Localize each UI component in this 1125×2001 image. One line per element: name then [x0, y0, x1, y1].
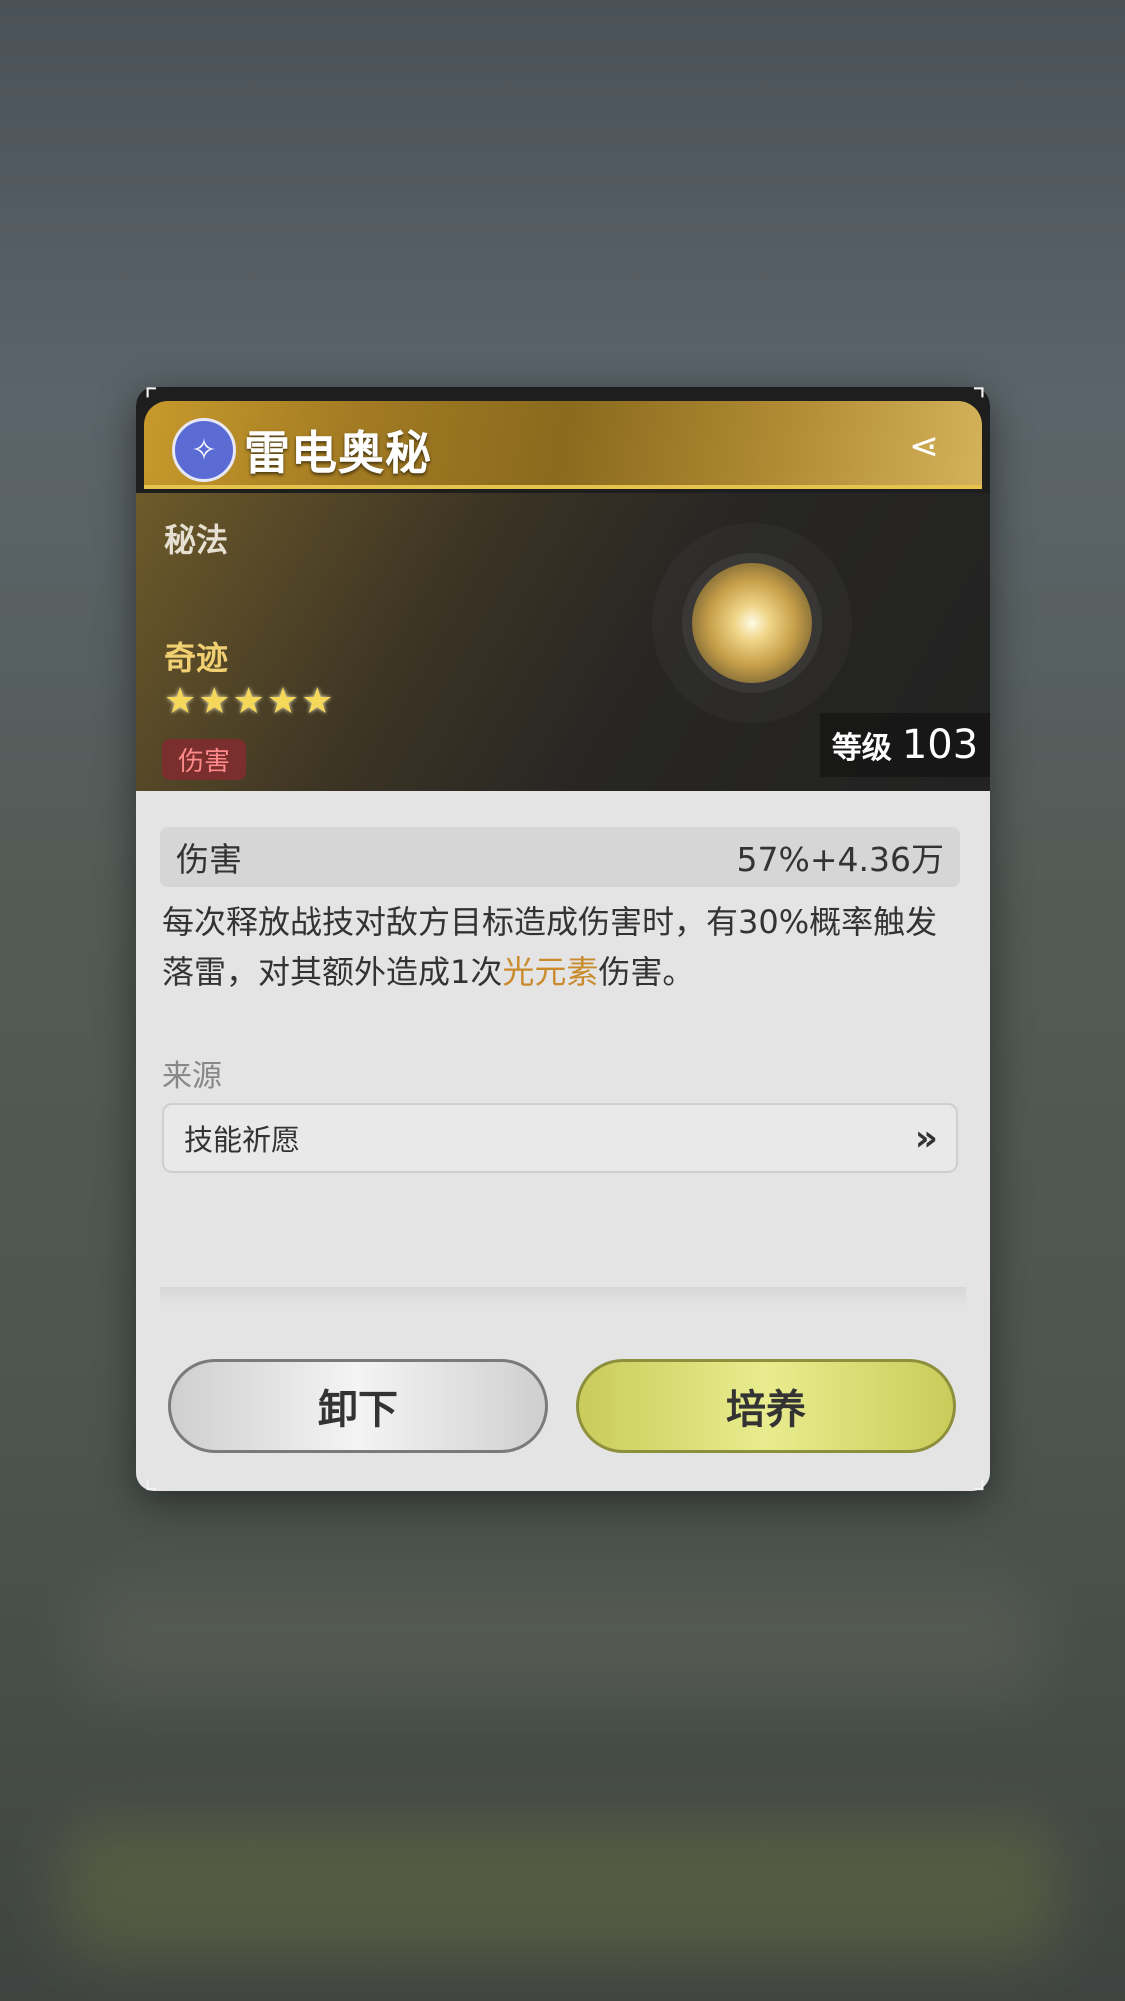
rarity-label: 奇迹	[164, 639, 229, 677]
damage-tag: 伤害	[162, 739, 247, 780]
level-box: 等级 103	[820, 713, 990, 777]
share-icon[interactable]: ⋖	[902, 425, 946, 469]
hero-panel: 秘法 奇迹 ★★★★★ 伤害 等级 103	[136, 493, 990, 791]
description-end: 伤害。	[598, 953, 695, 991]
corner-ornament-icon: ⌟	[971, 1461, 987, 1496]
star-rating: ★★★★★	[164, 681, 336, 722]
level-value: 103	[901, 722, 979, 768]
stat-label: 伤害	[176, 840, 242, 879]
relic-detail-modal: ✧ 雷电奥秘 ⋖ 秘法 奇迹 ★★★★★ 伤害 等级 103 伤害 57%+4.…	[136, 387, 990, 1491]
relic-category: 秘法	[164, 521, 229, 559]
corner-ornament-icon: ⌝	[971, 383, 987, 418]
stat-row: 伤害 57%+4.36万	[160, 827, 960, 887]
corner-ornament-icon: ⌞	[143, 1461, 159, 1496]
stat-value: 57%+4.36万	[736, 840, 944, 879]
header: ✧ 雷电奥秘 ⋖	[136, 387, 990, 493]
description: 每次释放战技对敌方目标造成伤害时，有30%概率触发落雷，对其额外造成1次光元素伤…	[162, 897, 962, 997]
corner-ornament-icon: ⌜	[143, 383, 159, 418]
source-label: 来源	[162, 1059, 222, 1094]
source-item: 技能祈愿	[184, 1123, 301, 1157]
cultivate-button[interactable]: 培养	[576, 1359, 956, 1453]
relic-title: 雷电奥秘	[244, 426, 432, 480]
level-label: 等级	[831, 731, 892, 766]
source-link[interactable]: 技能祈愿 »	[162, 1103, 958, 1173]
background-blur	[80, 1580, 1040, 1700]
divider	[160, 1287, 966, 1307]
double-chevron-right-icon: »	[914, 1117, 938, 1159]
relic-orb-icon	[692, 563, 812, 683]
unequip-button[interactable]: 卸下	[168, 1359, 548, 1453]
element-highlight: 光元素	[502, 953, 599, 991]
background-blur	[60, 1820, 1060, 1960]
element-lightning-icon: ✧	[172, 418, 236, 482]
